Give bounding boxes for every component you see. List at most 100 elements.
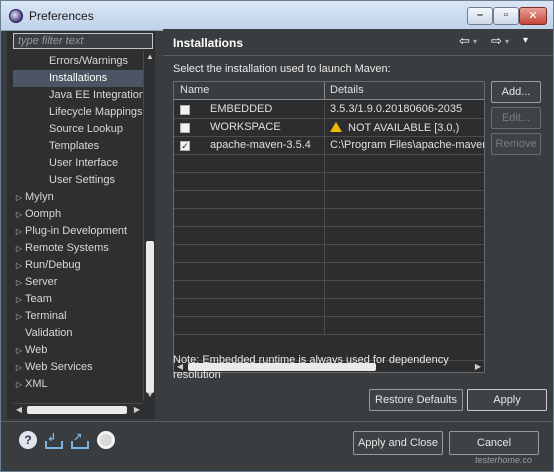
- tree-item[interactable]: ▷ Plug-in Development: [13, 223, 145, 240]
- tree-item[interactable]: ▷ XML: [13, 376, 145, 393]
- scroll-down-icon[interactable]: ▼: [144, 389, 156, 401]
- scroll-thumb[interactable]: [146, 241, 154, 393]
- tree-item[interactable]: ▷ Server: [13, 274, 145, 291]
- tree-item[interactable]: ▷ Oomph: [13, 206, 145, 223]
- tree-item-label: Plug-in Development: [25, 225, 128, 237]
- import-preferences-icon[interactable]: ↲: [45, 431, 63, 449]
- tree-item-label: Lifecycle Mappings: [49, 106, 143, 118]
- scroll-right-icon[interactable]: ▶: [131, 404, 143, 416]
- minimize-button[interactable]: –: [467, 7, 493, 25]
- column-divider: [324, 137, 325, 155]
- column-divider[interactable]: [324, 82, 325, 100]
- tree-item[interactable]: ▷ Terminal: [13, 308, 145, 325]
- table-row[interactable]: [174, 263, 484, 281]
- edit-button[interactable]: Edit...: [491, 107, 541, 129]
- expand-arrow-icon[interactable]: ▷: [13, 308, 25, 325]
- tree-item[interactable]: ▷ Remote Systems: [13, 240, 145, 257]
- remove-button[interactable]: Remove: [491, 133, 541, 155]
- column-header-details[interactable]: Details: [330, 84, 364, 96]
- tree-item[interactable]: ▷ Run/Debug: [13, 257, 145, 274]
- column-divider: [324, 281, 325, 299]
- installation-checkbox[interactable]: [180, 123, 190, 133]
- expand-arrow-icon[interactable]: ▷: [13, 206, 25, 223]
- table-row[interactable]: [174, 227, 484, 245]
- table-row[interactable]: [174, 191, 484, 209]
- installation-details-text: C:\Program Files\apache-maven: [330, 139, 484, 151]
- tree-item[interactable]: Installations: [13, 70, 145, 87]
- tree-item-label: Oomph: [25, 208, 62, 220]
- tree-item[interactable]: Validation: [13, 325, 145, 342]
- filter-input[interactable]: type filter text: [13, 33, 153, 49]
- table-row[interactable]: [174, 245, 484, 263]
- expand-arrow-icon[interactable]: ▷: [13, 223, 25, 240]
- apply-and-close-button[interactable]: Apply and Close: [353, 431, 443, 455]
- table-row[interactable]: [174, 209, 484, 227]
- expand-arrow-icon[interactable]: ▷: [13, 240, 25, 257]
- tree-item[interactable]: ▷ Web Services: [13, 359, 145, 376]
- table-row[interactable]: EMBEDDED 3.5.3/1.9.0.20180606-2035: [174, 101, 484, 119]
- tree-item[interactable]: User Settings: [13, 172, 145, 189]
- export-preferences-icon[interactable]: ↗: [71, 431, 89, 449]
- table-row[interactable]: [174, 281, 484, 299]
- tree-item[interactable]: Java EE Integration: [13, 87, 145, 104]
- help-icon[interactable]: ?: [19, 431, 37, 449]
- tree-item[interactable]: ▷ Team: [13, 291, 145, 308]
- table-row[interactable]: [174, 299, 484, 317]
- tree-item[interactable]: Templates: [13, 138, 145, 155]
- tree-horizontal-scrollbar[interactable]: ◀ ▶: [13, 403, 143, 415]
- minimize-icon: –: [476, 9, 484, 21]
- close-button[interactable]: ✕: [519, 7, 547, 25]
- tree-item[interactable]: Source Lookup: [13, 121, 145, 138]
- tree-item[interactable]: ▷ Web: [13, 342, 145, 359]
- page-title: Installations: [173, 36, 244, 50]
- table-row[interactable]: [174, 317, 484, 335]
- installation-details: 3.5.3/1.9.0.20180606-2035: [330, 103, 484, 115]
- column-divider: [324, 101, 325, 119]
- scroll-left-icon[interactable]: ◀: [13, 404, 25, 416]
- expand-arrow-icon[interactable]: ▷: [13, 359, 25, 376]
- scroll-thumb[interactable]: [27, 406, 127, 414]
- title-bar[interactable]: Preferences – ▫ ✕: [1, 1, 553, 31]
- scroll-up-icon[interactable]: ▲: [144, 51, 156, 63]
- installation-name: EMBEDDED: [210, 103, 273, 115]
- scroll-right-icon[interactable]: ▶: [472, 361, 484, 372]
- view-menu-icon[interactable]: ▾: [523, 35, 528, 46]
- expand-arrow-icon[interactable]: ▷: [13, 376, 25, 393]
- forward-arrow-icon[interactable]: ⇨: [491, 33, 502, 49]
- table-row[interactable]: [174, 173, 484, 191]
- expand-arrow-icon[interactable]: ▷: [13, 342, 25, 359]
- tree-item[interactable]: ▷ Mylyn: [13, 189, 145, 206]
- tree-item[interactable]: Lifecycle Mappings: [13, 104, 145, 121]
- installation-checkbox[interactable]: ✓: [180, 141, 190, 151]
- installation-checkbox[interactable]: [180, 105, 190, 115]
- tree-item[interactable]: User Interface: [13, 155, 145, 172]
- installations-table: Name Details EMBEDDED 3.5.3/1.9.0.2018060…: [173, 81, 485, 373]
- tree-item-label: User Settings: [49, 174, 116, 186]
- expand-arrow-icon[interactable]: ▷: [13, 274, 25, 291]
- tree-vertical-scrollbar[interactable]: ▲ ▼: [143, 51, 155, 401]
- watermark-text: testerhome.co: [475, 455, 533, 465]
- import-arrow-icon: ↲: [47, 432, 57, 444]
- table-row[interactable]: [174, 155, 484, 173]
- back-dropdown-icon[interactable]: ▾: [473, 37, 477, 46]
- apply-button-label: Apply: [493, 394, 521, 406]
- add-button[interactable]: Add...: [491, 81, 541, 103]
- tree-item[interactable]: Errors/Warnings: [13, 53, 145, 70]
- expand-arrow-icon[interactable]: ▷: [13, 189, 25, 206]
- table-row[interactable]: WORKSPACE NOT AVAILABLE [3.0,): [174, 119, 484, 137]
- forward-dropdown-icon[interactable]: ▾: [505, 37, 509, 46]
- preference-tree: Errors/Warnings Installations Java EE Inte…: [13, 53, 145, 425]
- tree-item-label: Web Services: [25, 361, 93, 373]
- expand-arrow-icon[interactable]: ▷: [13, 291, 25, 308]
- warning-icon: [330, 122, 342, 132]
- expand-arrow-icon[interactable]: ▷: [13, 257, 25, 274]
- column-divider: [324, 209, 325, 227]
- restore-defaults-button[interactable]: Restore Defaults: [369, 389, 463, 411]
- maximize-button[interactable]: ▫: [493, 7, 519, 25]
- oomph-recorder-icon[interactable]: [97, 431, 115, 449]
- cancel-button[interactable]: Cancel: [449, 431, 539, 455]
- apply-button[interactable]: Apply: [467, 389, 547, 411]
- table-row[interactable]: ✓ apache-maven-3.5.4 C:\Program Files\apac…: [174, 137, 484, 155]
- column-header-name[interactable]: Name: [180, 84, 209, 96]
- back-arrow-icon[interactable]: ⇦: [459, 33, 470, 49]
